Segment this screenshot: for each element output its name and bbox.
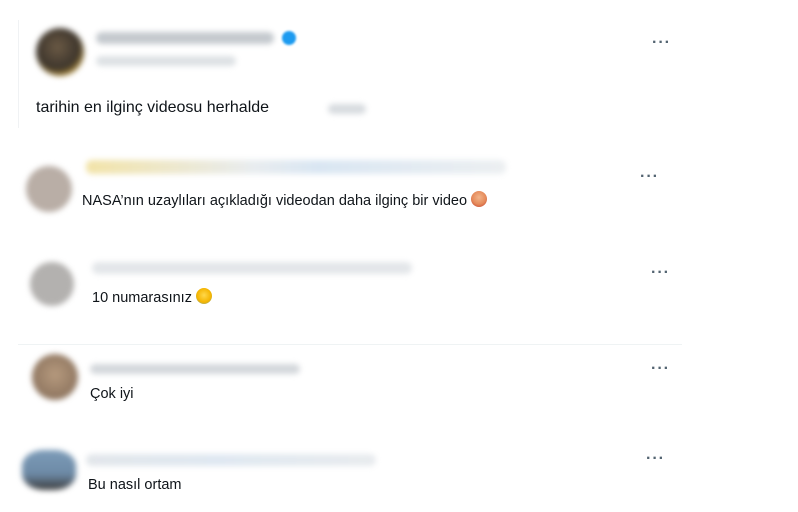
laughing-tears-emoji-icon	[195, 288, 212, 304]
reply-text: NASA’nın uzaylıları açıkladığı videodan …	[82, 191, 488, 211]
verified-badge-icon	[282, 31, 296, 45]
reply-avatar[interactable]	[32, 354, 78, 400]
thread-divider	[18, 344, 682, 345]
author-name-redacted[interactable]	[96, 32, 274, 44]
reply-avatar[interactable]	[22, 450, 76, 490]
more-options-icon[interactable]: ···	[652, 35, 671, 51]
redacted-emoji	[328, 104, 366, 114]
more-options-icon[interactable]: ···	[646, 451, 665, 467]
post-left-border	[18, 20, 19, 128]
more-options-icon[interactable]: ···	[651, 265, 670, 281]
reply-text-content: NASA’nın uzaylıları açıkladığı videodan …	[82, 193, 468, 209]
author-handle-redacted	[96, 56, 236, 66]
reply-text: Bu nasıl ortam	[88, 477, 182, 493]
post-text: tarihin en ilginç videosu herhalde	[36, 99, 270, 116]
more-options-icon[interactable]: ···	[651, 361, 670, 377]
reply-header-redacted	[86, 454, 376, 466]
reply-avatar[interactable]	[26, 166, 72, 212]
more-options-icon[interactable]: ···	[640, 169, 659, 185]
reply-text: 10 numarasınız	[92, 288, 212, 308]
reply-header-redacted	[90, 364, 300, 374]
reply-text: Çok iyi	[90, 386, 134, 402]
reply-header-redacted	[92, 262, 412, 274]
reply-text-content: 10 numarasınız	[92, 290, 192, 306]
author-avatar[interactable]	[36, 28, 84, 76]
reply-avatar[interactable]	[30, 262, 74, 306]
reply-header-redacted	[86, 160, 506, 174]
person-facepalm-emoji-icon	[471, 191, 488, 207]
